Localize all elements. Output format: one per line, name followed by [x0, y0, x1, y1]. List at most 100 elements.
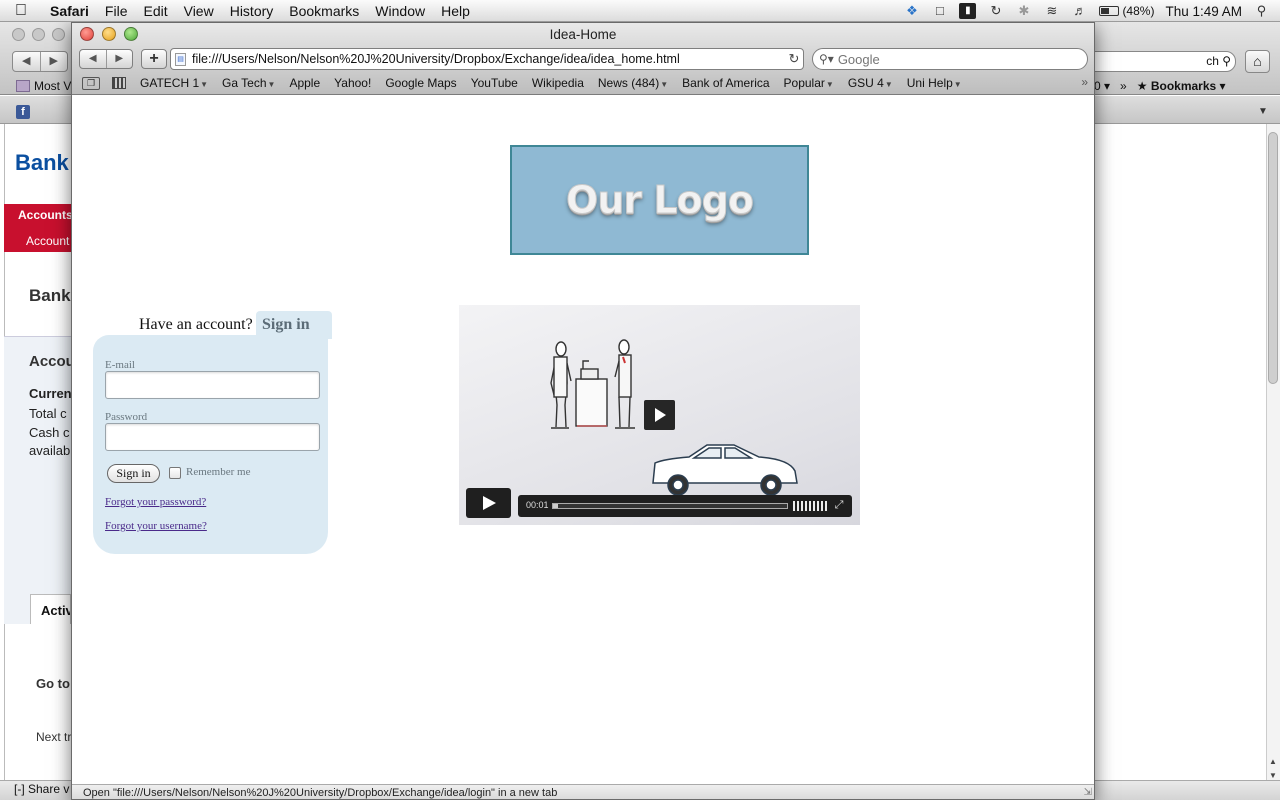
status-bar: Open "file:///Users/Nelson/Nelson%20J%20…: [72, 784, 1094, 799]
nav-buttons: ◀ ▶: [79, 49, 133, 69]
background-scroll-arrows[interactable]: ▲ ▼: [1266, 755, 1280, 783]
screen-capture-icon[interactable]: □: [931, 3, 948, 19]
bookmark-uni-help[interactable]: Uni Help▼: [907, 76, 962, 90]
background-account-panel: [4, 336, 71, 624]
bookmarks-bar: ❐ GATECH 1▼ Ga Tech▼ Apple Yahoo! Google…: [72, 73, 1094, 93]
logo-text: Our Logo: [566, 178, 755, 223]
bookmark-ga-tech[interactable]: Ga Tech▼: [222, 76, 275, 90]
facebook-icon[interactable]: f: [16, 105, 30, 119]
dropbox-icon[interactable]: ❖: [903, 3, 920, 19]
menu-bar:  Safari File Edit View History Bookmark…: [0, 0, 1280, 22]
forgot-password-link[interactable]: Forgot your password?: [105, 496, 206, 508]
background-bookmarks-right: 0 ▾ » ★ Bookmarks ▾: [1094, 79, 1280, 93]
volume-icon[interactable]: [793, 501, 827, 511]
file-icon: ▤: [175, 52, 186, 66]
bookmark-news[interactable]: News (484)▼: [598, 76, 668, 90]
book-icon[interactable]: ❐: [82, 76, 100, 90]
forward-icon[interactable]: ▶: [107, 50, 133, 68]
background-bookmark-partial[interactable]: 0 ▾: [1094, 79, 1110, 93]
address-bar[interactable]: ▤ file:///Users/Nelson/Nelson%20J%20Univ…: [170, 48, 804, 70]
window-title: Idea-Home: [549, 27, 617, 42]
bookmarks-menu[interactable]: ★ Bookmarks ▾: [1137, 79, 1226, 93]
bookmark-gatech-1[interactable]: GATECH 1▼: [140, 76, 208, 90]
background-page-heading: Bank: [29, 286, 71, 305]
resize-grip-icon[interactable]: ⇲: [1084, 787, 1092, 798]
background-activity-tab[interactable]: Activ: [30, 594, 71, 624]
bookmark-google-maps[interactable]: Google Maps: [385, 76, 456, 90]
background-nav-buttons[interactable]: ◀ ▶: [12, 51, 68, 72]
menu-safari[interactable]: Safari: [42, 0, 97, 22]
time-machine-icon[interactable]: ↻: [987, 3, 1004, 19]
menu-window[interactable]: Window: [367, 0, 433, 22]
video-center-play-button[interactable]: [644, 400, 675, 430]
remember-me-label[interactable]: Remember me: [186, 466, 250, 478]
battery-icon: [1099, 6, 1120, 16]
grid-icon[interactable]: [112, 77, 126, 89]
background-share-link[interactable]: [-] Share v: [14, 782, 69, 796]
background-accounts-tab[interactable]: Accounts: [18, 208, 71, 222]
bookmark-popular[interactable]: Popular▼: [784, 76, 834, 90]
forgot-username-link[interactable]: Forgot your username?: [105, 520, 207, 532]
video-time: 00:01: [526, 500, 549, 510]
back-icon[interactable]: ◀: [13, 52, 41, 71]
bookmark-wikipedia[interactable]: Wikipedia: [532, 76, 584, 90]
bluetooth-icon[interactable]: ✱: [1015, 3, 1032, 19]
person-right-figure: [614, 339, 635, 429]
video-controls: 00:01 ⤢: [518, 495, 852, 517]
bookmark-gsu-4[interactable]: GSU 4▼: [848, 76, 893, 90]
remember-me-checkbox[interactable]: [169, 467, 181, 479]
video-play-button[interactable]: [466, 488, 511, 518]
wifi-icon[interactable]: ≋: [1043, 3, 1060, 19]
battery-status[interactable]: (48%): [1099, 4, 1154, 18]
back-icon[interactable]: ◀: [80, 50, 107, 68]
menu-help[interactable]: Help: [433, 0, 478, 22]
bookmarks-overflow-icon[interactable]: »: [1081, 75, 1088, 89]
register-counter: [575, 360, 608, 427]
email-field[interactable]: [105, 371, 320, 399]
clock[interactable]: Thu 1:49 AM: [1165, 4, 1242, 19]
background-scroll-thumb[interactable]: [1268, 132, 1278, 384]
video-player[interactable]: 00:01 ⤢: [459, 305, 860, 525]
menu-file[interactable]: File: [97, 0, 136, 22]
search-box[interactable]: ⚲▾: [812, 48, 1088, 70]
menu-history[interactable]: History: [222, 0, 282, 22]
overflow-chevron-icon[interactable]: »: [1120, 79, 1127, 93]
background-panel-line[interactable]: Curren: [29, 386, 71, 401]
video-progress-track[interactable]: [552, 503, 788, 509]
bookmark-yahoo[interactable]: Yahoo!: [334, 76, 371, 90]
bookmark-apple[interactable]: Apple: [289, 76, 320, 90]
menu-view[interactable]: View: [176, 0, 222, 22]
background-goto-label: Go to:: [36, 676, 71, 691]
reload-icon[interactable]: ↻: [785, 51, 803, 67]
tab-list-chevron-icon[interactable]: ▼: [1258, 106, 1268, 117]
apple-icon[interactable]: : [0, 0, 42, 22]
menu-bookmarks[interactable]: Bookmarks: [281, 0, 367, 22]
bookmark-youtube[interactable]: YouTube: [471, 76, 518, 90]
fullscreen-icon[interactable]: ⤢: [833, 499, 845, 511]
signin-panel: E-mail Password Sign in Remember me Forg…: [93, 335, 328, 554]
battery-percent: (48%): [1122, 4, 1155, 18]
home-icon[interactable]: ⌂: [1245, 50, 1270, 73]
bookmark-bank-of-america[interactable]: Bank of America: [682, 76, 769, 90]
signin-prompt: Have an account?: [139, 316, 253, 333]
search-input[interactable]: [837, 51, 1058, 67]
search-icon[interactable]: ⚲▾: [819, 52, 834, 66]
input-icon[interactable]: ▮: [959, 3, 977, 19]
background-window-controls: [12, 28, 65, 41]
password-field[interactable]: [105, 423, 320, 451]
menu-edit[interactable]: Edit: [135, 0, 175, 22]
background-panel-line: Cash c: [29, 425, 70, 440]
address-text[interactable]: file:///Users/Nelson/Nelson%20J%20Univer…: [192, 52, 785, 66]
forward-icon[interactable]: ▶: [41, 52, 68, 71]
most-visited-icon: [16, 80, 30, 92]
play-icon: [483, 496, 496, 510]
volume-icon[interactable]: ♬: [1071, 3, 1088, 19]
spotlight-icon[interactable]: ⚲: [1253, 3, 1270, 19]
status-menus: ❖ □ ▮ ↻ ✱ ≋ ♬ (48%) Thu 1:49 AM ⚲: [903, 0, 1270, 22]
window-toolbar: Idea-Home ◀ ▶ + ▤ file:///Users/Nelson/N…: [72, 23, 1094, 95]
add-bookmark-button[interactable]: +: [141, 49, 167, 69]
background-search-field[interactable]: ch ⚲: [1080, 51, 1236, 72]
background-accounts-subtab[interactable]: Account: [26, 234, 71, 248]
signin-button[interactable]: Sign in: [107, 464, 160, 483]
most-visited-bookmark[interactable]: Most V: [16, 79, 71, 93]
